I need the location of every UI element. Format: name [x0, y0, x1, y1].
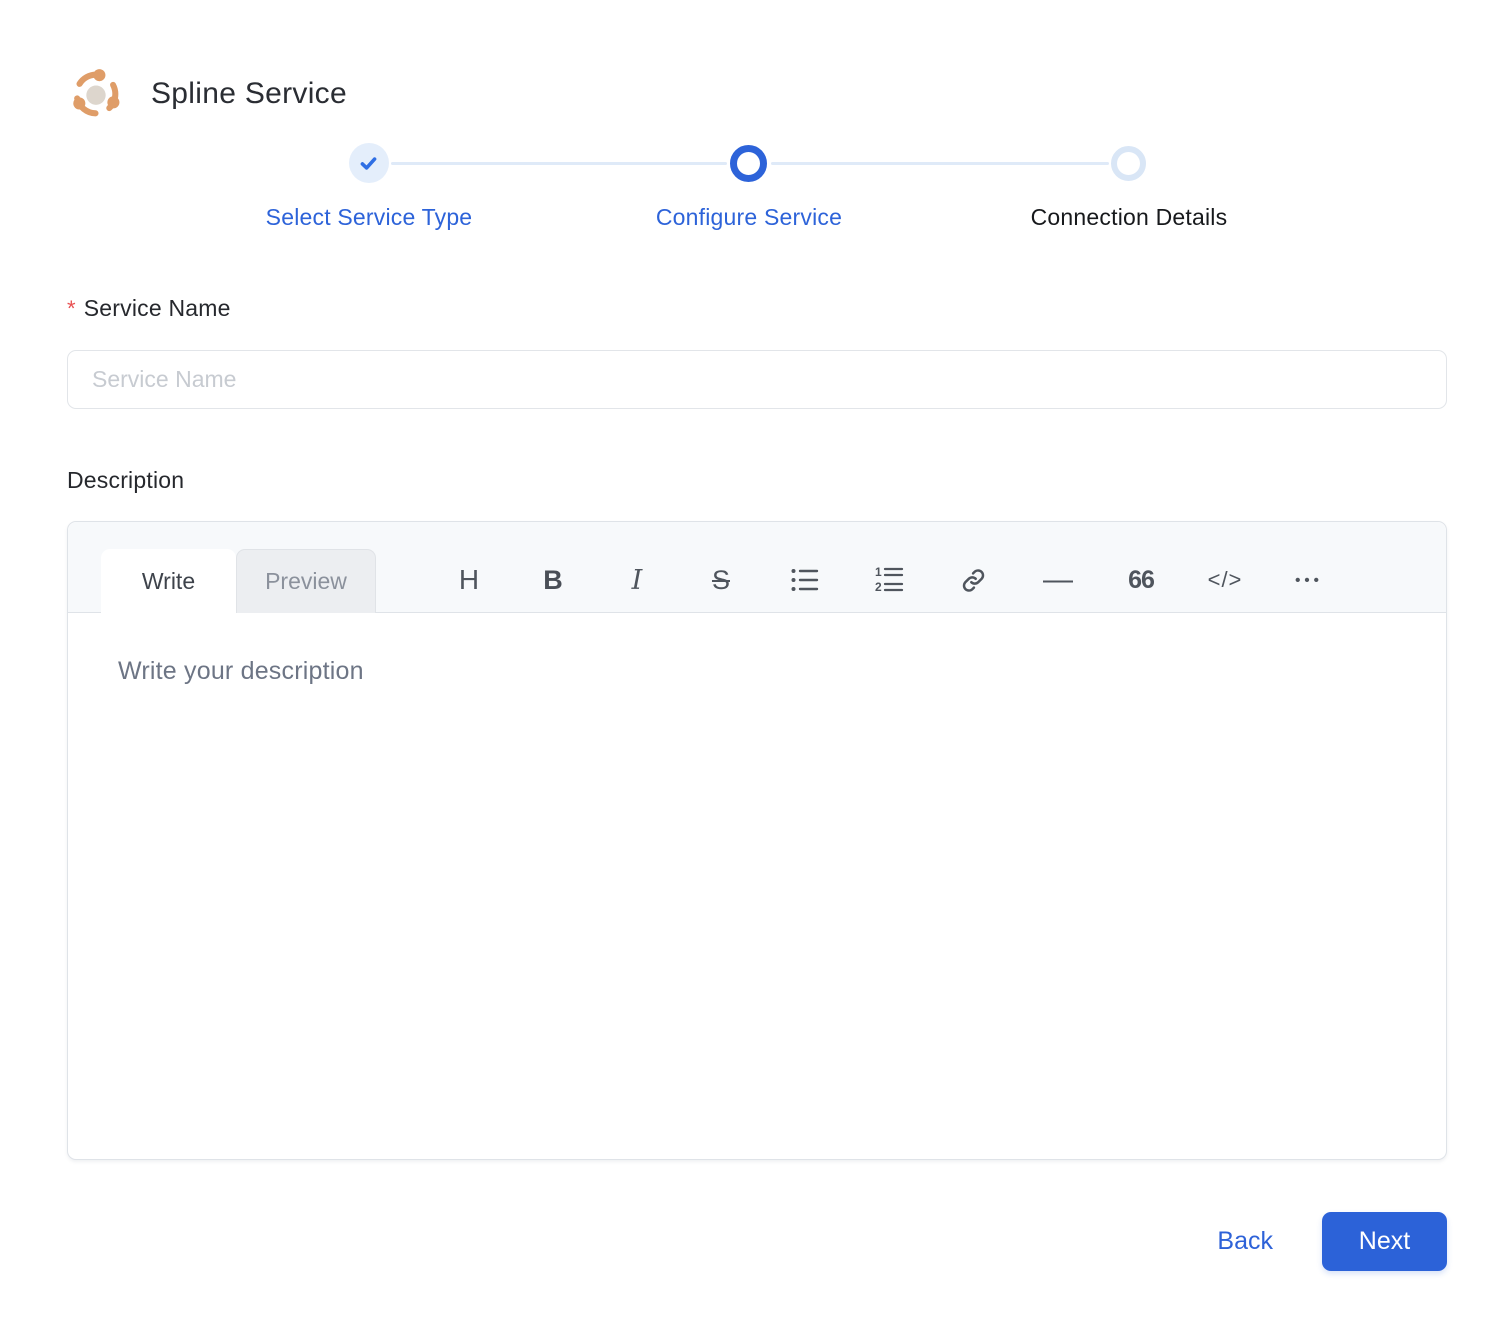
- step-connection-details[interactable]: Connection Details: [939, 143, 1319, 231]
- step-label: Connection Details: [1030, 204, 1228, 230]
- wizard-stepper: Select Service Type Configure Service Co…: [179, 143, 1319, 231]
- quote-icon[interactable]: 66: [1123, 560, 1159, 600]
- wizard-page: Spline Service Select Service Type Confi…: [0, 0, 1506, 1271]
- link-icon[interactable]: [955, 560, 991, 600]
- spline-network-icon: [67, 65, 125, 123]
- editor-toolbar-bar: Write Preview H B I S 1 2 — 66 </> •••: [68, 522, 1446, 613]
- formatting-toolbar: H B I S 1 2 — 66 </> •••: [451, 548, 1327, 612]
- page-title: Spline Service: [151, 77, 347, 110]
- description-placeholder: Write your description: [118, 657, 364, 685]
- required-asterisk: *: [67, 296, 76, 321]
- service-name-label-text: Service Name: [83, 295, 231, 321]
- service-name-label: * Service Name: [67, 295, 1446, 322]
- tab-preview[interactable]: Preview: [236, 549, 376, 613]
- back-button[interactable]: Back: [1217, 1227, 1273, 1256]
- step-active-circle-icon: [730, 144, 768, 182]
- more-options-icon[interactable]: •••: [1291, 560, 1327, 600]
- tab-write[interactable]: Write: [101, 549, 236, 613]
- step-upcoming-circle-icon: [1111, 145, 1147, 181]
- bold-icon[interactable]: B: [535, 560, 571, 600]
- next-button[interactable]: Next: [1322, 1212, 1447, 1271]
- editor-tabs: Write Preview: [101, 549, 376, 613]
- step-completed-check-icon: [348, 143, 389, 183]
- italic-icon[interactable]: I: [619, 560, 655, 600]
- code-icon[interactable]: </>: [1207, 560, 1243, 600]
- step-select-service-type[interactable]: Select Service Type: [179, 143, 559, 231]
- wizard-footer: Back Next: [67, 1212, 1447, 1271]
- step-label: Configure Service: [655, 204, 843, 230]
- description-textarea[interactable]: Write your description: [68, 613, 1446, 1159]
- step-configure-service[interactable]: Configure Service: [559, 143, 939, 231]
- ordered-list-icon[interactable]: 1 2: [871, 560, 907, 600]
- step-label: Select Service Type: [265, 204, 473, 230]
- app-header: Spline Service: [67, 65, 1446, 123]
- strikethrough-icon[interactable]: S: [703, 560, 739, 600]
- unordered-list-icon[interactable]: [787, 560, 823, 600]
- service-name-input[interactable]: [67, 350, 1447, 409]
- svg-text:2: 2: [875, 580, 882, 594]
- svg-text:1: 1: [875, 565, 882, 579]
- horizontal-rule-icon[interactable]: —: [1039, 560, 1075, 600]
- heading-icon[interactable]: H: [451, 560, 487, 600]
- description-label: Description: [67, 467, 185, 493]
- description-editor: Write Preview H B I S 1 2 — 66 </> ••• W…: [67, 521, 1447, 1160]
